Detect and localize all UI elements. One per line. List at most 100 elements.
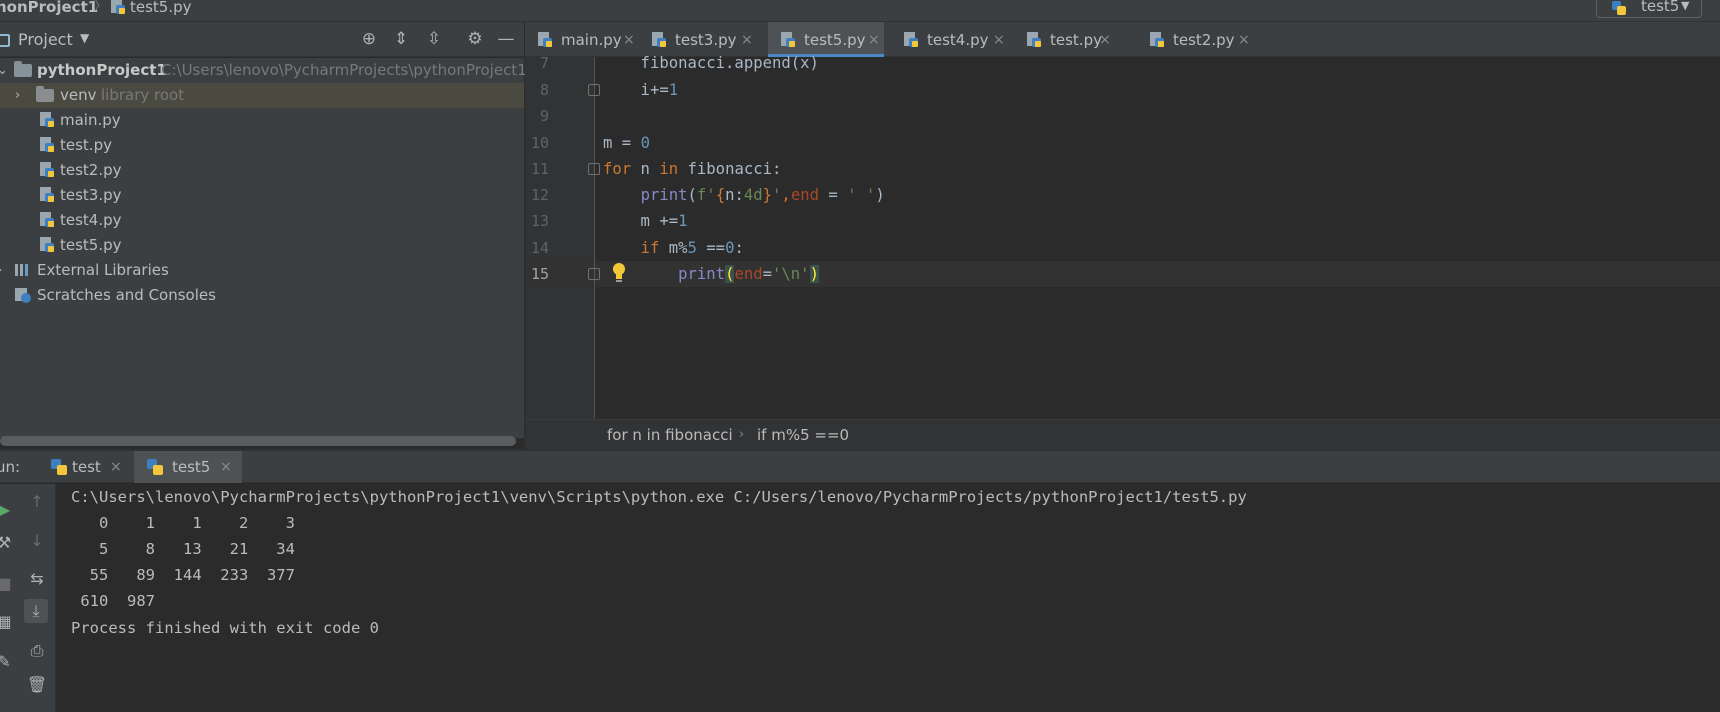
horizontal-scrollbar[interactable] [0,436,516,446]
tree-item-scratches[interactable]: Scratches and Consoles [0,283,524,308]
tree-item-test3-py[interactable]: test3.py [0,183,524,208]
run-tab-label: test5 [172,458,211,476]
project-panel-title[interactable]: Project [18,30,73,49]
layout-icon[interactable]: ▦ [0,610,16,634]
python-icon [1612,1,1626,15]
breadcrumb-item[interactable]: if m%5 ==0 [757,420,849,450]
line-number: 10 [530,134,549,152]
tree-item-test2-py[interactable]: test2.py [0,158,524,183]
tree-item-external-libraries[interactable]: › External Libraries [0,258,524,283]
tree-item-test5-py[interactable]: test5.py [0,233,524,258]
trash-icon[interactable]: 🗑 [25,673,49,697]
expand-all-icon[interactable]: ⇕ [390,28,412,50]
pin-icon[interactable]: ✎ [0,650,16,674]
close-icon[interactable]: × [110,451,122,483]
minimize-icon[interactable]: — [495,28,517,50]
project-tree: ⌄ pythonProject1 C:\Users\lenovo\Pycharm… [0,58,527,438]
gutter-divider [594,57,595,419]
tree-item-test4-py[interactable]: test4.py [0,208,524,233]
tab-test4-py[interactable]: test4.py × [891,22,1007,57]
nav-file[interactable]: test5.py [130,0,192,15]
console-line: 5 8 13 21 34 [71,540,295,558]
code-line-12: print(f'{n:4d}',end = ' ') [640,186,885,204]
soft-wrap-icon[interactable]: ⇆ [25,567,49,591]
folder-icon [14,61,32,77]
tree-item-pythonproject1[interactable]: ⌄ pythonProject1 C:\Users\lenovo\Pycharm… [0,58,527,83]
tree-item-label: test.py [60,136,112,154]
code-line-10: m = 0 [603,134,650,152]
tree-item-main-py[interactable]: main.py [0,108,524,133]
run-tab-test[interactable]: test × [38,451,134,483]
line-number: 13 [530,212,549,230]
tree-item-hint: library root [101,86,185,104]
python-file-icon [538,32,552,47]
code-editor[interactable] [595,57,1720,419]
tab-test2-py[interactable]: test2.py × [1137,22,1253,57]
python-file-icon [904,32,918,47]
python-file-icon [40,187,54,202]
line-number: 11 [530,160,549,178]
stop-icon[interactable]: ■ [0,572,16,596]
collapse-all-icon[interactable]: ⇳ [423,28,445,50]
project-panel-header: Project ▼ ⊕ ⇕ ⇳ ⚙ — [0,22,524,57]
tree-item-test-py[interactable]: test.py [0,133,524,158]
rerun-icon[interactable]: ▶ [0,498,16,522]
tree-item-label: test5.py [60,236,122,254]
python-file-icon [40,112,54,127]
wrench-icon[interactable]: ⚒ [0,531,16,555]
chevron-down-icon[interactable]: ▼ [80,31,89,45]
breadcrumb-item[interactable]: for n in fibonacci [607,420,733,450]
python-file-icon [111,0,125,14]
tab-test-py[interactable]: test.py × [1014,22,1122,57]
run-toolbar: ▶ ↑ ⚒ ↓ ■ ⇆ ▦ ⤓ ✎ ⎙ 🗑 [0,484,56,712]
locate-icon[interactable]: ⊕ [358,28,380,50]
close-icon[interactable]: × [1099,22,1111,58]
expanded-arrow-icon[interactable]: ⌄ [0,58,8,83]
python-file-icon [40,162,54,177]
python-file-icon [40,137,54,152]
tree-item-label: pythonProject1 [37,61,167,79]
arrow-up-icon[interactable]: ↑ [25,490,49,514]
console-line: 55 89 144 233 377 [71,566,295,584]
gear-icon[interactable]: ⚙ [464,28,486,50]
code-line-14: if m%5 ==0: [640,239,744,257]
run-tab-bar: un: test × test5 × [0,451,1720,483]
run-configuration-select[interactable]: test5 ▼ [1596,0,1702,18]
python-icon [147,459,163,475]
close-icon[interactable]: × [1238,22,1250,58]
console-line: 610 987 [71,592,155,610]
run-tab-test5[interactable]: test5 × [134,451,242,483]
console-output[interactable] [57,484,1720,712]
console-line: C:\Users\lenovo\PycharmProjects\pythonPr… [71,488,1247,506]
breadcrumb-separator: › [739,427,745,442]
run-configuration-label: test5 [1641,0,1680,15]
python-file-icon [781,32,795,47]
scratches-icon [15,288,31,303]
fold-end-icon[interactable] [588,84,600,96]
libraries-icon [15,264,28,276]
line-number: 7 [539,54,549,72]
python-icon [51,459,67,475]
folder-icon [36,86,54,102]
tree-item-label: test3.py [60,186,122,204]
collapsed-arrow-icon[interactable]: › [15,83,20,108]
scroll-to-end-icon[interactable]: ⤓ [24,599,48,623]
nav-separator: 〉 [94,0,108,14]
print-icon[interactable]: ⎙ [25,639,49,663]
code-line-8: i+=1 [603,81,679,99]
fold-start-icon[interactable] [588,163,600,175]
collapsed-arrow-icon[interactable]: › [0,258,2,283]
navigation-bar: honProject1 〉 test5.py [0,0,1720,22]
fold-end-icon[interactable] [588,268,600,280]
close-icon[interactable]: × [868,22,880,58]
run-tab-label: test [72,458,101,476]
tab-label: test.py [1050,31,1102,49]
python-file-icon [1150,32,1164,47]
close-icon[interactable]: × [220,451,232,483]
arrow-down-icon[interactable]: ↓ [25,529,49,553]
close-icon[interactable]: × [993,22,1005,58]
line-number: 12 [530,186,549,204]
tree-item-venv[interactable]: › venv library root [0,83,524,108]
console-line: 0 1 1 2 3 [71,514,295,532]
nav-project[interactable]: honProject1 [0,0,98,15]
